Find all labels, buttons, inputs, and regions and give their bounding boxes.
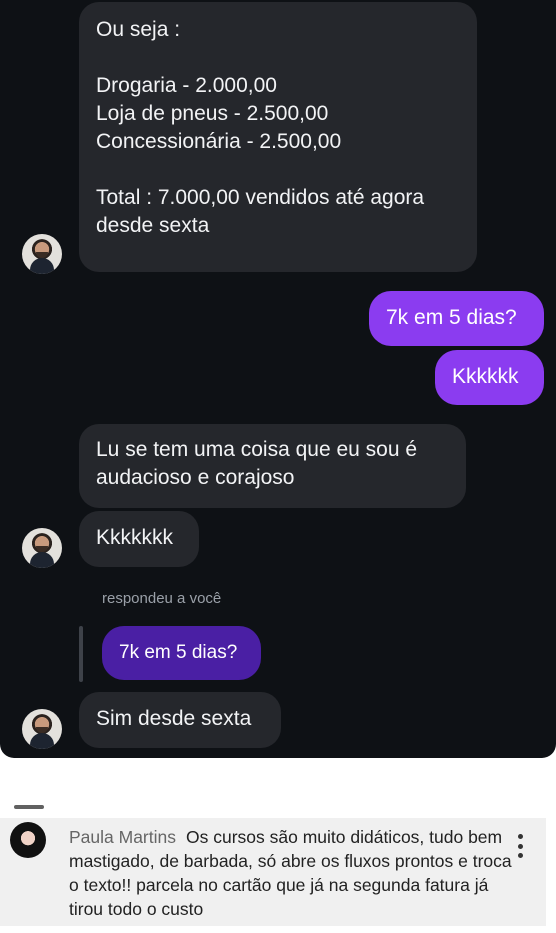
reply-quote-bar: [79, 626, 83, 682]
message-bubble-incoming[interactable]: Ou seja : Drogaria - 2.000,00 Loja de pn…: [79, 2, 477, 272]
reply-note: respondeu a você: [102, 590, 222, 607]
kebab-dot: [517, 853, 523, 858]
more-vertical-icon[interactable]: [517, 834, 523, 858]
comment-author[interactable]: Paula Martins: [69, 827, 176, 847]
avatar-torso: [30, 258, 54, 274]
kebab-dot: [517, 834, 523, 839]
quoted-message-bubble[interactable]: 7k em 5 dias?: [102, 626, 261, 680]
chat-thread: Ou seja : Drogaria - 2.000,00 Loja de pn…: [0, 0, 556, 758]
message-bubble-incoming[interactable]: Sim desde sexta: [79, 692, 281, 748]
previous-avatar-edge: [14, 805, 44, 809]
message-bubble-outgoing[interactable]: 7k em 5 dias?: [369, 291, 544, 346]
commenter-avatar[interactable]: [10, 822, 46, 858]
kebab-dot: [517, 843, 523, 849]
contact-avatar[interactable]: [22, 234, 62, 274]
contact-avatar[interactable]: [22, 709, 62, 749]
comment-body: Paula Martins Os cursos são muito didátic…: [69, 825, 513, 921]
contact-avatar[interactable]: [22, 528, 62, 568]
avatar-torso: [30, 733, 54, 749]
avatar-torso: [30, 552, 54, 568]
message-bubble-outgoing[interactable]: Kkkkkk: [435, 350, 544, 405]
message-bubble-incoming[interactable]: Kkkkkkk: [79, 511, 199, 567]
message-bubble-incoming[interactable]: Lu se tem uma coisa que eu sou é audacio…: [79, 424, 466, 508]
